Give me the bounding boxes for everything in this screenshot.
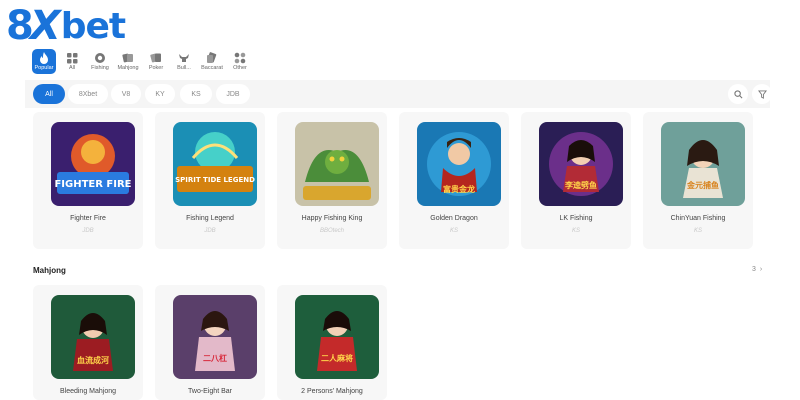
cards-icon [149,51,163,65]
game-provider: KS [693,228,702,234]
fish-icon [93,51,107,65]
brand-logo[interactable]: 8 X bet [6,3,126,49]
logo-bet: bet [60,5,126,47]
game-name: Fighter Fire [70,215,106,222]
category-bull[interactable]: Bull... [172,49,196,74]
svg-text:SPIRIT TIDE LEGEND: SPIRIT TIDE LEGEND [175,176,255,184]
provider-chip-all[interactable]: All [33,84,65,104]
game-provider: JDB [82,228,94,234]
game-name: Fishing Legend [186,215,234,222]
category-mahjong[interactable]: Mahjong [116,49,140,74]
category-popular[interactable]: Popular [32,49,56,74]
search-icon [733,89,742,98]
game-card[interactable]: 李逵劈鱼 LK Fishing KS [521,112,631,249]
category-label: All [68,65,76,71]
game-thumbnail: 血流成河 [51,295,135,379]
mahjong-icon [121,51,135,65]
game-card[interactable]: 二人麻将 2 Persons' Mahjong [277,285,387,400]
category-fishing[interactable]: Fishing [88,49,112,74]
game-thumbnail: 二八杠 [173,295,257,379]
category-label: Other [233,65,247,71]
category-other[interactable]: Other [228,49,252,74]
game-card[interactable]: 富贵金龙 Golden Dragon KS [399,112,509,249]
svg-text:血流成河: 血流成河 [77,355,109,365]
game-card[interactable]: FIGHTER FIRE Fighter Fire JDB [33,112,143,249]
bull-icon [177,51,191,65]
game-thumbnail: 二人麻将 [295,295,379,379]
game-name: Happy Fishing King [301,215,363,222]
game-name: Golden Dragon [430,215,478,222]
game-thumbnail: SPIRIT TIDE LEGEND [173,122,257,206]
category-label: Mahjong [117,65,139,71]
game-name: Bleeding Mahjong [59,388,117,395]
svg-text:李逵劈鱼: 李逵劈鱼 [564,180,597,190]
section-count: 3 [752,266,756,273]
game-thumbnail [295,122,379,206]
category-poker[interactable]: Poker [144,49,168,74]
baccarat-icon [205,51,219,65]
game-provider: JDB [204,228,216,234]
game-card[interactable]: 二八杠 Two-Eight Bar [155,285,265,400]
game-card[interactable]: 金元捕鱼 ChinYuan Fishing KS [643,112,753,249]
game-name: LK Fishing [559,215,593,222]
section-nav[interactable]: 3 › [752,266,762,273]
provider-chip-jdb[interactable]: JDB [216,84,250,104]
logo-eight: 8 [6,3,34,49]
category-baccarat[interactable]: Baccarat [200,49,224,74]
category-label: Fishing [91,65,109,71]
provider-chip-ky[interactable]: KY [145,84,175,104]
category-label: Baccarat [201,65,223,71]
filter-button[interactable] [752,84,772,104]
mahjong-games-row: 血流成河 Bleeding Mahjong 二八杠 Two-Eight Bar … [33,285,387,400]
game-thumbnail: FIGHTER FIRE [51,122,135,206]
provider-chip-v8[interactable]: V8 [111,84,141,104]
game-name: Two-Eight Bar [188,388,232,395]
fishing-games-row: FIGHTER FIRE Fighter Fire JDB SPIRIT TID… [33,112,753,249]
category-label: Poker [148,65,164,71]
game-provider: KS [571,228,580,234]
game-provider: KS [449,228,458,234]
game-thumbnail: 金元捕鱼 [661,122,745,206]
svg-text:FIGHTER FIRE: FIGHTER FIRE [54,179,131,190]
game-card[interactable]: Happy Fishing King BBOtech [277,112,387,249]
game-provider: BBOtech [319,228,344,234]
provider-chip-ks[interactable]: KS [180,84,212,104]
svg-text:金元捕鱼: 金元捕鱼 [686,180,719,190]
svg-text:二八杠: 二八杠 [203,353,227,363]
grid-icon [65,51,79,65]
chevron-right-icon[interactable]: › [760,266,762,273]
flame-icon [37,51,51,65]
category-label: Popular [34,65,54,71]
category-label: Bull... [177,65,191,71]
section-title-mahjong: Mahjong [33,266,66,275]
category-all[interactable]: All [60,49,84,74]
svg-text:富贵金龙: 富贵金龙 [443,184,475,194]
provider-chip-8xbet[interactable]: 8Xbet [68,84,108,104]
search-button[interactable] [728,84,748,104]
game-name: 2 Persons' Mahjong [301,388,363,395]
game-thumbnail: 富贵金龙 [417,122,501,206]
game-card[interactable]: 血流成河 Bleeding Mahjong [33,285,143,400]
logo-x: X [29,3,61,49]
game-thumbnail: 李逵劈鱼 [539,122,623,206]
svg-text:二人麻将: 二人麻将 [321,353,353,363]
dots-icon [233,51,247,65]
filter-icon [757,89,767,99]
category-bar: Popular All Fishing Mahjong Poker Bull..… [32,49,256,74]
game-name: ChinYuan Fishing [670,215,726,222]
game-card[interactable]: SPIRIT TIDE LEGEND Fishing Legend JDB [155,112,265,249]
